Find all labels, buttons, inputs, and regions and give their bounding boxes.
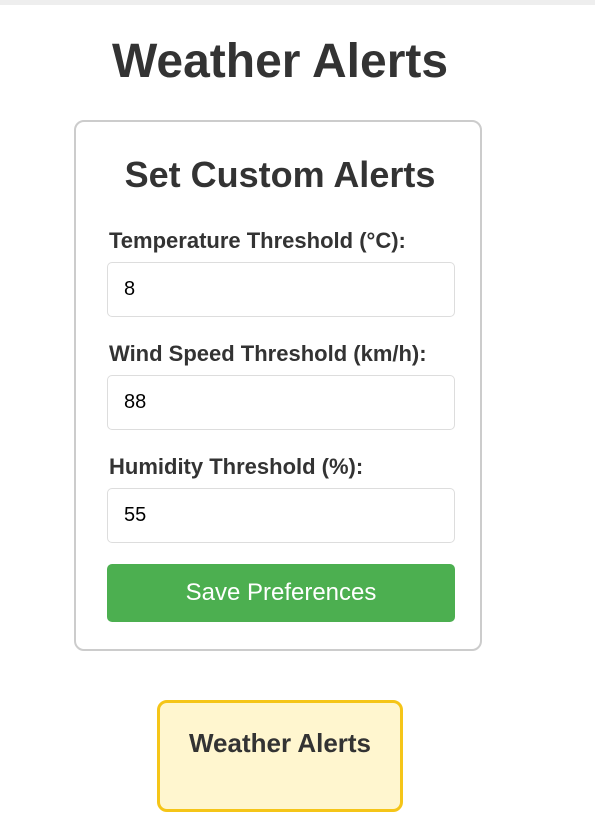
wind-speed-threshold-label: Wind Speed Threshold (km/h): — [109, 341, 427, 366]
weather-alerts-panel: Weather Alerts — [157, 700, 403, 812]
weather-alerts-panel-title: Weather Alerts — [188, 728, 372, 758]
humidity-threshold-input[interactable] — [107, 488, 455, 543]
temperature-threshold-input[interactable] — [107, 262, 455, 317]
top-strip — [0, 0, 595, 5]
card-title: Set Custom Alerts — [124, 154, 436, 195]
temperature-threshold-label: Temperature Threshold (°C): — [109, 228, 406, 253]
humidity-threshold-label: Humidity Threshold (%): — [109, 454, 364, 479]
wind-speed-threshold-input[interactable] — [107, 375, 455, 430]
page-title: Weather Alerts — [111, 35, 449, 88]
custom-alerts-card: Set Custom Alerts Temperature Threshold … — [74, 120, 482, 651]
save-preferences-button[interactable]: Save Preferences — [107, 564, 455, 622]
